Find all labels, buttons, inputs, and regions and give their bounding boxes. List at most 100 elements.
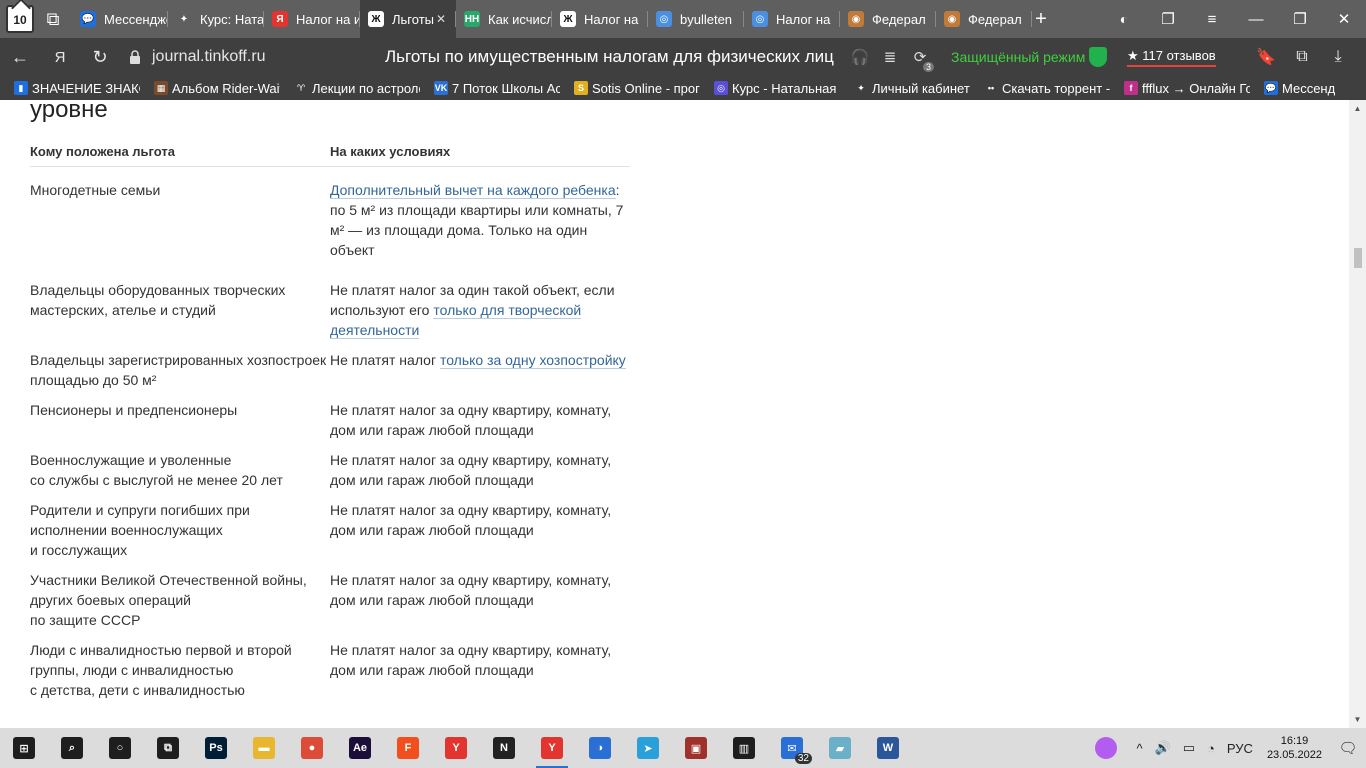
close-window-button[interactable]: ✕ (1322, 0, 1366, 38)
tab-6[interactable]: ◎ byulleten (648, 0, 744, 38)
reader-mode-icon[interactable]: ≣ (878, 46, 902, 68)
download-icon[interactable]: ⤓ (1320, 46, 1356, 68)
bookmark-favicon-icon: ◎ (714, 81, 728, 95)
tab-favicon-icon: Я (272, 11, 288, 27)
explorer-icon: ▬ (253, 737, 275, 759)
tray-chevron-icon[interactable]: ^ (1130, 741, 1148, 756)
bookmark-item[interactable]: VK 7 Поток Школы Астрологии (420, 81, 560, 96)
yandex-profile-icon[interactable]: ◐ (1102, 0, 1146, 38)
telegram-taskbar-icon[interactable]: ➤ (624, 728, 672, 768)
volume-icon[interactable]: 🔊 (1149, 740, 1177, 756)
protected-mode-label[interactable]: Защищённый режим (951, 49, 1085, 65)
notifications-icon[interactable]: 🗨 (1330, 728, 1366, 768)
clock-date: 23.05.2022 (1266, 749, 1322, 761)
condition-link[interactable]: Дополнительный вычет на каждого ребенка (330, 182, 616, 199)
headphones-icon[interactable]: 🎧 (848, 46, 872, 68)
bookmark-item[interactable]: ▦ Альбом Rider-Waite (140, 81, 280, 96)
task-view-icon: ⧉ (157, 737, 179, 759)
condition-text: Не платят налог за одну квартиру, комнат… (330, 402, 612, 438)
cortana-taskbar-icon[interactable]: ○ (96, 728, 144, 768)
restore-button[interactable]: ❐ (1278, 0, 1322, 38)
alice-icon[interactable] (1082, 728, 1130, 768)
bookmark-item[interactable]: ▮ ЗНАЧЕНИЕ ЗНАКОВ (0, 81, 140, 96)
column-header-conditions: На каких условиях (330, 144, 451, 159)
word-taskbar-icon[interactable]: W (864, 728, 912, 768)
figma-taskbar-icon[interactable]: F (384, 728, 432, 768)
battery-icon[interactable]: ▭ (1177, 740, 1201, 756)
shield-icon[interactable] (1089, 47, 1107, 67)
chrome-taskbar-icon[interactable]: ● (288, 728, 336, 768)
bookmark-item[interactable]: ♈ Лекции по астрологии (280, 81, 420, 96)
notion-taskbar-icon[interactable]: N (480, 728, 528, 768)
table-row: Родители и супруги погибших при исполнен… (30, 500, 630, 560)
reload-button[interactable]: ↻ (80, 38, 120, 76)
unknown-app-icon: ◑ (589, 737, 611, 759)
clock-time: 16:19 (1280, 735, 1309, 747)
lock-icon[interactable] (124, 46, 146, 68)
bookmark-item[interactable]: ✦ Личный кабинет (840, 81, 970, 96)
bookmark-item[interactable]: S Sotis Online - программа (560, 81, 700, 96)
scroll-down-icon[interactable]: ▼ (1349, 711, 1366, 728)
tab-1[interactable]: ✦ Курс: Натальная (168, 0, 264, 38)
new-tab-button[interactable]: + (1030, 8, 1052, 30)
winrar-taskbar-icon[interactable]: ▣ (672, 728, 720, 768)
downloads-icon[interactable]: ⟳ 3 (908, 46, 934, 72)
tab-counter-button[interactable]: 10 (6, 5, 34, 33)
bookmark-icon[interactable]: 🔖 (1248, 46, 1284, 68)
page-scrollbar[interactable]: ▲ ▼ (1349, 100, 1366, 728)
tab-7[interactable]: ◎ Налог на (744, 0, 840, 38)
yandex-home-icon[interactable]: Я (40, 38, 80, 76)
tab-3[interactable]: Ж Льготы ✕ (360, 0, 456, 38)
tab-favicon-icon: ◎ (656, 11, 672, 27)
bookmarks-bar: ▮ ЗНАЧЕНИЕ ЗНАКОВ ▦ Альбом Rider-Waite ♈ Лекц… (0, 76, 1366, 100)
video-editor-taskbar-icon[interactable]: ▥ (720, 728, 768, 768)
condition-text: Не платят налог за одну квартиру, комнат… (330, 452, 612, 488)
tab-favicon-icon: ◉ (944, 11, 960, 27)
benefit-condition: Не платят налог за одну квартиру, комнат… (330, 450, 630, 490)
menu-icon[interactable]: ≡ (1190, 0, 1234, 38)
back-button[interactable]: ← (0, 38, 40, 76)
search-taskbar-icon[interactable]: ⌕ (48, 728, 96, 768)
start-taskbar-icon[interactable]: ⊞ (0, 728, 48, 768)
explorer-taskbar-icon[interactable]: ▬ (240, 728, 288, 768)
after-effects-taskbar-icon[interactable]: Ae (336, 728, 384, 768)
bookmark-item[interactable]: f ffflux → Онлайн Гороскоп (1110, 81, 1250, 96)
language-indicator[interactable]: РУС (1221, 741, 1259, 756)
bookmark-favicon-icon: ♈ (294, 81, 308, 95)
clock[interactable]: 16:19 23.05.2022 (1259, 734, 1330, 762)
tab-5[interactable]: Ж Налог на (552, 0, 648, 38)
yandex-browser-taskbar-icon[interactable]: Y (528, 728, 576, 768)
bookmark-item[interactable]: •• Скачать торрент - (970, 81, 1110, 96)
tab-2[interactable]: Я Налог на имущество (264, 0, 360, 38)
unknown-app-taskbar-icon[interactable]: ◑ (576, 728, 624, 768)
tab-0[interactable]: 💬 Мессенджер (72, 0, 168, 38)
tab-title: Как исчислить (488, 11, 552, 27)
tab-favicon-icon: 💬 (80, 11, 96, 27)
system-tray: ^ 🔊 ▭ ◔ РУС 16:19 23.05.2022 🗨 (1082, 728, 1366, 768)
page-title[interactable]: Льготы по имущественным налогам для физи… (385, 47, 834, 67)
scroll-up-icon[interactable]: ▲ (1349, 100, 1366, 117)
bookmark-item[interactable]: 💬 Мессенджер (1250, 81, 1335, 96)
mail-taskbar-icon[interactable]: ✉ 32 (768, 728, 816, 768)
column-header-who: Кому положена льгота (30, 144, 175, 159)
condition-link[interactable]: только за одну хозпостройку (439, 352, 626, 369)
tab-9[interactable]: ◉ Федерал (936, 0, 1032, 38)
close-tab-icon[interactable]: ✕ (436, 12, 452, 26)
reviews-label[interactable]: ★ 117 отзывов (1127, 48, 1216, 67)
tab-8[interactable]: ◉ Федерал (840, 0, 936, 38)
tab-4[interactable]: НН Как исчислить (456, 0, 552, 38)
minimize-button[interactable]: — (1234, 0, 1278, 38)
tab-title: Льготы (392, 11, 435, 27)
network-icon[interactable]: ◔ (1201, 741, 1221, 756)
collections-icon[interactable]: ❐ (1146, 0, 1190, 38)
scrollbar-thumb[interactable] (1354, 248, 1362, 268)
task-view-taskbar-icon[interactable]: ⧉ (144, 728, 192, 768)
notes-taskbar-icon[interactable]: ▰ (816, 728, 864, 768)
tab-group-icon[interactable]: ⧉ (40, 6, 66, 32)
bookmark-item[interactable]: ◎ Курс - Натальная карта (700, 81, 840, 96)
photoshop-taskbar-icon[interactable]: Ps (192, 728, 240, 768)
url-domain[interactable]: journal.tinkoff.ru (152, 48, 362, 66)
extensions-icon[interactable]: ⧉ (1284, 46, 1320, 68)
table-row: Многодетные семьи Дополнительный вычет на… (30, 180, 630, 260)
yandex-taskbar-icon[interactable]: Y (432, 728, 480, 768)
